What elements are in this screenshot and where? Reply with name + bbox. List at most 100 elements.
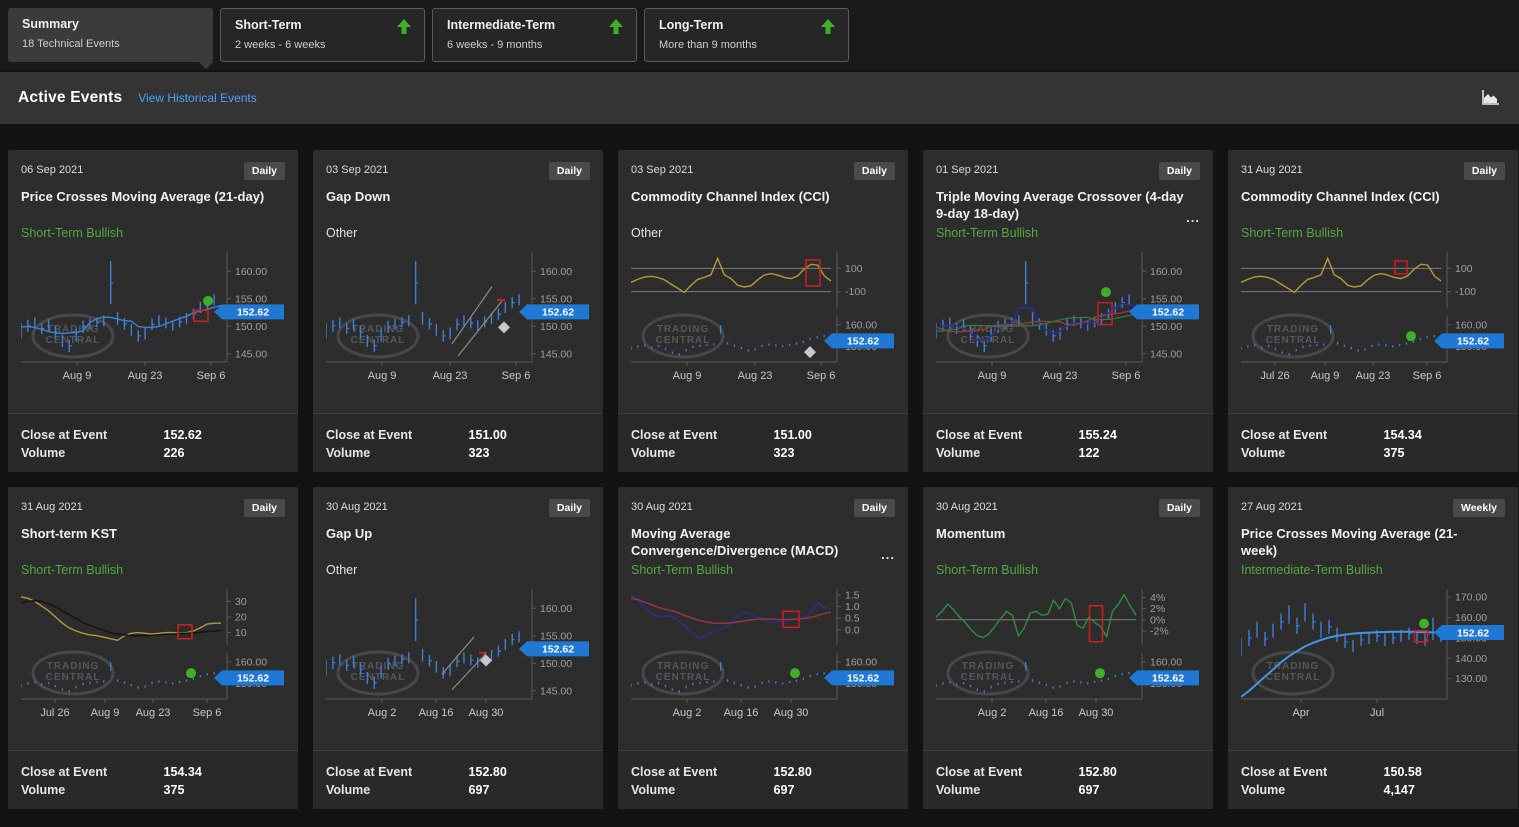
tab-long-term[interactable]: Long-Term More than 9 months [644,8,849,62]
event-green-dot [1101,287,1111,297]
trading-central-watermark: TRADINGCENTRAL [1253,652,1333,694]
area-chart-icon[interactable] [1479,89,1501,107]
svg-text:CENTRAL: CENTRAL [1266,335,1321,346]
svg-text:Aug 23: Aug 23 [1356,370,1391,382]
svg-text:Aug 2: Aug 2 [978,707,1007,719]
periodicity-badge: Daily [854,162,895,180]
event-chart-area: TRADINGCENTRAL170.00160.00150.00140.0013… [1241,587,1505,736]
periodicity-badge: Daily [549,499,590,517]
event-card[interactable]: 27 Aug 2021WeeklyPrice Crosses Moving Av… [1228,487,1518,809]
svg-text:152.62: 152.62 [1457,627,1489,639]
svg-text:TRADING: TRADING [962,661,1015,672]
volume-value: 375 [164,783,285,797]
event-chart-area: TRADINGCENTRAL100-100160.00150.00152.62A… [631,250,895,399]
svg-text:CENTRAL: CENTRAL [351,672,406,683]
volume-label: Volume [21,446,164,460]
svg-text:1.0: 1.0 [845,601,860,613]
event-mini-chart: TRADINGCENTRAL1.51.00.50.0160.00150.0015… [631,587,895,733]
event-title: Commodity Channel Index (CCI) [1241,188,1505,224]
event-stats: Close at Event152.62Volume226 [8,413,298,472]
event-card[interactable]: 31 Aug 2021DailyShort-term KSTShort-Term… [8,487,298,809]
event-green-dot [186,668,196,678]
close-at-event-value: 152.62 [164,428,285,442]
close-at-event-value: 152.80 [774,765,895,779]
event-card[interactable]: 31 Aug 2021DailyCommodity Channel Index … [1228,150,1518,472]
more-ellipsis-icon[interactable]: ... [881,546,895,563]
more-ellipsis-icon[interactable]: ... [1186,209,1200,226]
event-title: Price Crosses Moving Average (21-day) [21,188,285,224]
event-card[interactable]: 03 Sep 2021DailyCommodity Channel Index … [618,150,908,472]
svg-text:155.00: 155.00 [540,630,572,642]
event-green-dot [1419,619,1429,629]
event-card[interactable]: 30 Aug 2021DailyMomentumShort-Term Bulli… [923,487,1213,809]
event-card[interactable]: 30 Aug 2021DailyMoving Average Convergen… [618,487,908,809]
view-historical-events-link[interactable]: View Historical Events [138,91,257,105]
event-card-body: 30 Aug 2021DailyMomentumShort-Term Bulli… [923,487,1213,736]
event-date: 30 Aug 2021 [326,499,388,513]
event-card-body: 31 Aug 2021DailyShort-term KSTShort-Term… [8,487,298,736]
svg-text:Sep 6: Sep 6 [1112,370,1141,382]
svg-text:CENTRAL: CENTRAL [46,335,101,346]
svg-text:152.62: 152.62 [1152,307,1184,319]
event-title: Short-term KST [21,525,285,561]
up-arrow-icon [396,19,412,38]
svg-text:152.62: 152.62 [847,336,879,348]
event-chart-area: TRADINGCENTRAL1.51.00.50.0160.00150.0015… [631,587,895,736]
event-stats: Close at Event150.58Volume4,147 [1228,750,1518,809]
tab-title: Short-Term [235,18,410,32]
svg-text:Aug 30: Aug 30 [469,707,504,719]
svg-text:Aug 16: Aug 16 [419,707,454,719]
svg-text:Sep 6: Sep 6 [197,370,226,382]
event-card[interactable]: 30 Aug 2021DailyGap UpOtherTRADINGCENTRA… [313,487,603,809]
current-price-tag: 152.62 [1434,625,1504,640]
svg-text:0%: 0% [1150,614,1165,626]
periodicity-badge: Daily [244,499,285,517]
trend-line [452,287,492,344]
svg-text:160.00: 160.00 [1455,612,1487,624]
event-mini-chart: TRADINGCENTRAL170.00160.00150.00140.0013… [1241,587,1505,733]
close-at-event-value: 154.34 [164,765,285,779]
svg-text:Aug 23: Aug 23 [136,707,171,719]
close-at-event-value: 150.58 [1384,765,1505,779]
event-card-header: 31 Aug 2021Daily [21,499,285,517]
volume-value: 697 [1079,783,1200,797]
event-card-body: 30 Aug 2021DailyGap UpOtherTRADINGCENTRA… [313,487,603,736]
svg-text:TRADING: TRADING [657,661,710,672]
event-card[interactable]: 03 Sep 2021DailyGap DownOtherTRADINGCENT… [313,150,603,472]
svg-text:CENTRAL: CENTRAL [1266,672,1321,683]
svg-text:-2%: -2% [1150,626,1169,638]
close-at-event-label: Close at Event [1241,428,1384,442]
tab-short-term[interactable]: Short-Term 2 weeks - 6 weeks [220,8,425,62]
svg-text:150.00: 150.00 [540,321,572,333]
volume-label: Volume [1241,783,1384,797]
event-green-dot [1095,668,1105,678]
close-at-event-row: Close at Event154.34 [1241,428,1505,442]
svg-text:CENTRAL: CENTRAL [656,335,711,346]
svg-text:155.00: 155.00 [235,293,267,305]
close-at-event-label: Close at Event [631,428,774,442]
volume-value: 697 [774,783,895,797]
event-card-body: 06 Sep 2021DailyPrice Crosses Moving Ave… [8,150,298,399]
event-card[interactable]: 01 Sep 2021DailyTriple Moving Average Cr… [923,150,1213,472]
periodicity-badge: Daily [549,162,590,180]
svg-text:Sep 6: Sep 6 [807,370,836,382]
volume-value: 323 [469,446,590,460]
event-title: Gap Down [326,188,590,224]
svg-text:145.00: 145.00 [235,348,267,360]
trading-central-watermark: TRADINGCENTRAL [948,652,1028,694]
svg-text:150.00: 150.00 [540,658,572,670]
volume-row: Volume697 [631,783,895,797]
periodicity-badge: Daily [1464,162,1505,180]
event-mini-chart: TRADINGCENTRAL100-100160.00150.00152.62A… [631,250,895,396]
tab-intermediate-term[interactable]: Intermediate-Term 6 weeks - 9 months [432,8,637,62]
volume-row: Volume697 [326,783,590,797]
event-classification: Short-Term Bullish [1241,226,1505,244]
event-classification: Other [631,226,895,244]
event-title: Gap Up [326,525,590,561]
close-at-event-row: Close at Event152.80 [631,765,895,779]
current-price-tag: 152.62 [214,304,284,319]
tab-summary[interactable]: Summary 18 Technical Events [8,8,213,62]
event-card[interactable]: 06 Sep 2021DailyPrice Crosses Moving Ave… [8,150,298,472]
svg-text:CENTRAL: CENTRAL [961,672,1016,683]
event-stats: Close at Event152.80 Volume697 [618,750,908,809]
